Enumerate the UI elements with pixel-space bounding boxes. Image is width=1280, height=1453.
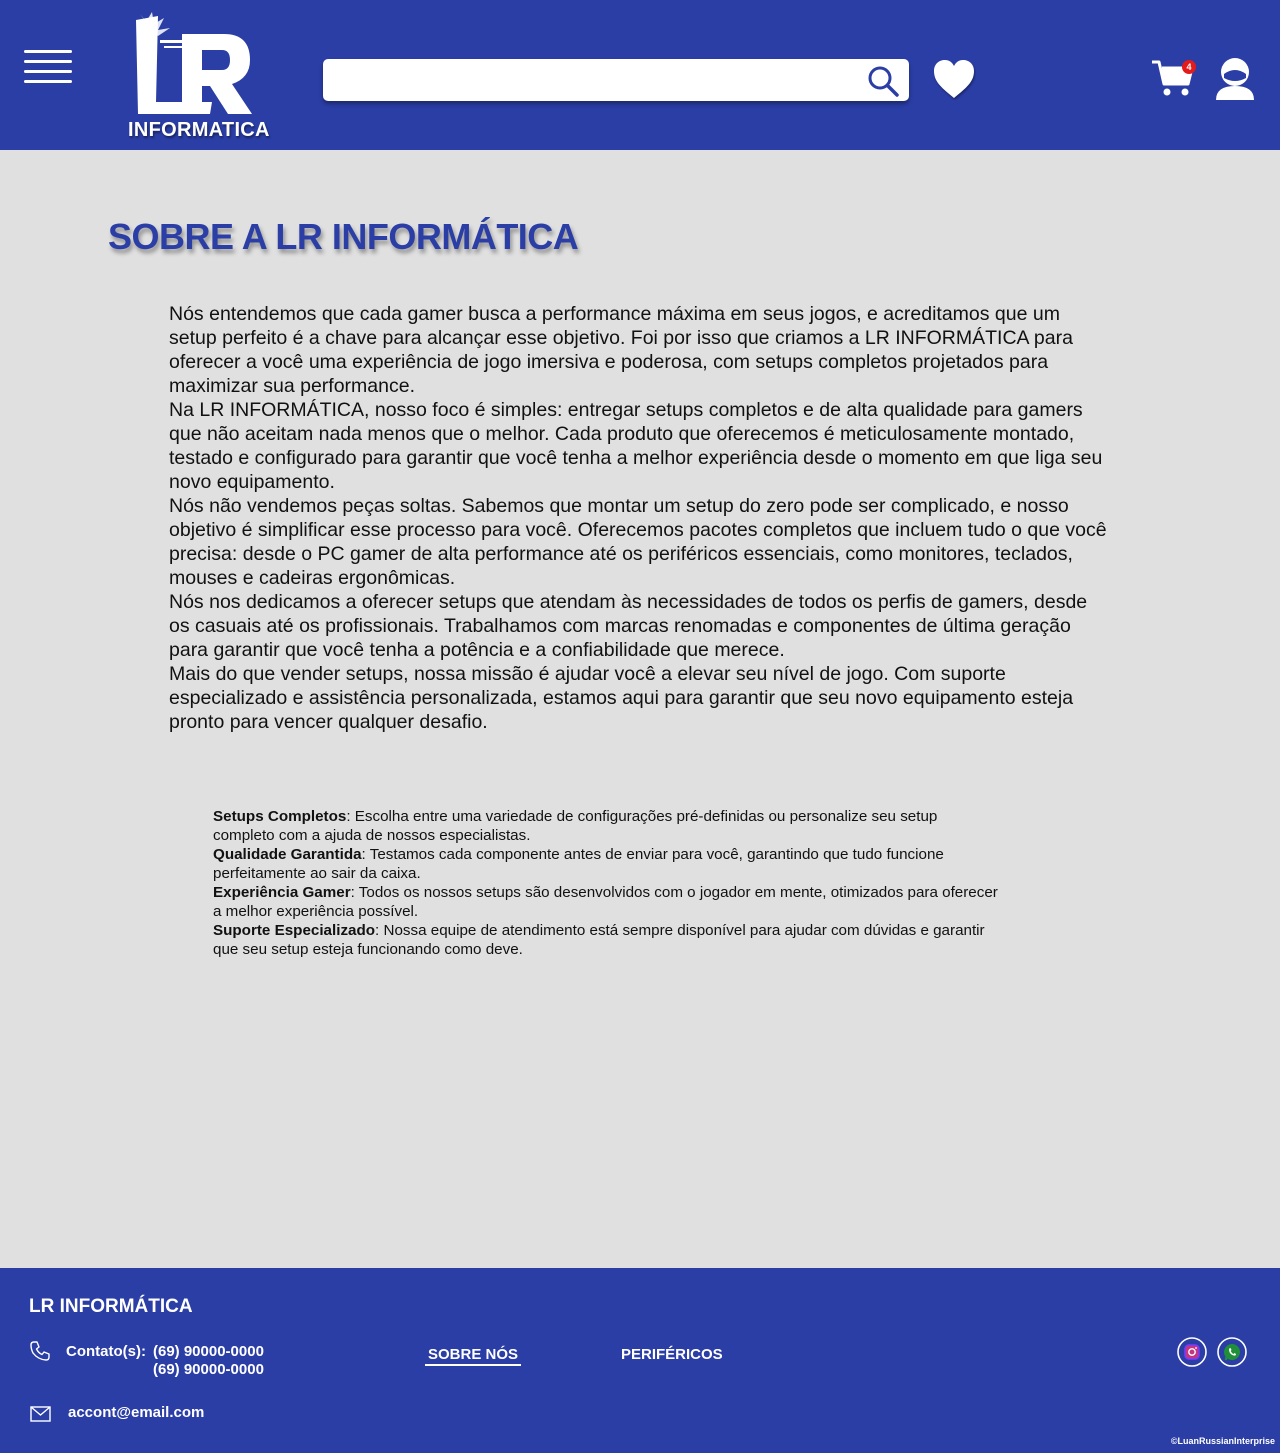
copyright: ©LuanRussianInterprise (1170, 1436, 1275, 1446)
mail-icon (30, 1406, 51, 1422)
cart-count-badge: 4 (1182, 60, 1196, 74)
about-paragraph: Nós nos dedicamos a oferecer setups que … (169, 591, 1088, 661)
feature-item: Experiência Gamer: Todos os nossos setup… (213, 884, 998, 920)
about-paragraph: Nós entendemos que cada gamer busca a pe… (169, 303, 1073, 397)
page-title: SOBRE A LR INFORMÁTICA (108, 216, 579, 257)
about-paragraph: Mais do que vender setups, nossa missão … (169, 663, 1074, 733)
whatsapp-icon[interactable] (1217, 1337, 1247, 1367)
contact-phone: (69) 90000-0000 (153, 1361, 264, 1378)
feature-item: Suporte Especializado: Nossa equipe de a… (213, 922, 985, 958)
search-icon[interactable] (866, 64, 900, 98)
user-icon[interactable] (1214, 56, 1256, 102)
feature-title: Qualidade Garantida (213, 846, 362, 863)
footer-link-about[interactable]: SOBRE NÓS (425, 1346, 522, 1366)
header: INFORMATICA 4 (0, 0, 1280, 150)
footer-brand: LR INFORMÁTICA (29, 1296, 193, 1317)
contact-email: accont@email.com (68, 1404, 205, 1421)
phone-icon (30, 1341, 50, 1361)
menu-icon[interactable] (24, 50, 72, 84)
heart-icon[interactable] (932, 58, 976, 100)
about-paragraph: Na LR INFORMÁTICA, nosso foco é simples:… (169, 399, 1103, 493)
contact-label: Contato(s): (66, 1343, 146, 1360)
feature-item: Qualidade Garantida: Testamos cada compo… (213, 846, 944, 882)
logo-text: INFORMATICA (128, 119, 270, 141)
about-paragraph: Nós não vendemos peças soltas. Sabemos q… (169, 495, 1107, 589)
search-input[interactable] (335, 65, 865, 95)
feature-item: Setups Completos: Escolha entre uma vari… (213, 808, 938, 844)
footer-link-peripherals[interactable]: PERIFÉRICOS (621, 1346, 723, 1363)
feature-title: Suporte Especializado (213, 922, 376, 939)
search-bar (323, 59, 909, 101)
instagram-icon[interactable] (1177, 1337, 1207, 1367)
about-text: Nós entendemos que cada gamer busca a pe… (169, 302, 1109, 734)
features-list: Setups Completos: Escolha entre uma vari… (213, 807, 1003, 959)
footer: LR INFORMÁTICA Contato(s): (69) 90000-00… (0, 1268, 1280, 1453)
feature-title: Setups Completos (213, 808, 347, 825)
contact-phone: (69) 90000-0000 (153, 1343, 264, 1360)
feature-title: Experiência Gamer (213, 884, 351, 901)
